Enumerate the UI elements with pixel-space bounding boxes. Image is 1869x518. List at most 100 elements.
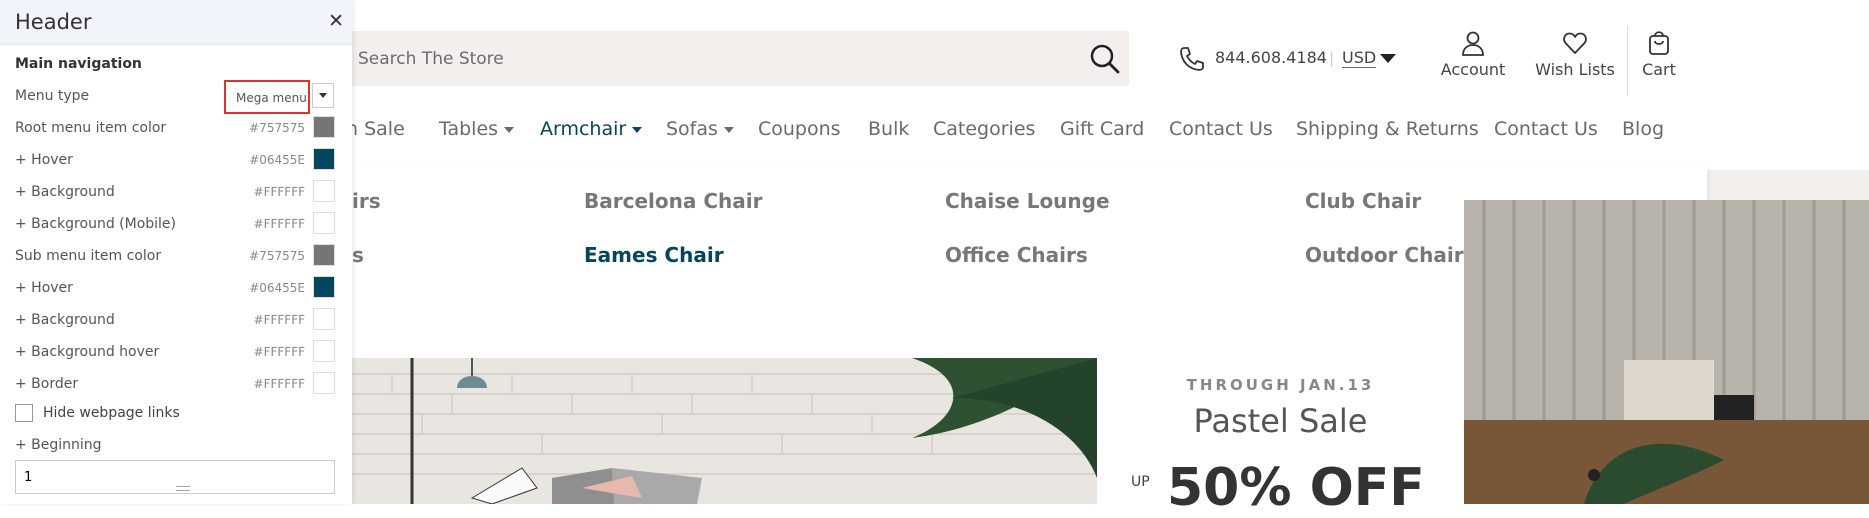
chevron-down-icon — [632, 126, 643, 133]
color-swatch[interactable] — [313, 116, 335, 138]
setting-label: Sub menu item color — [15, 248, 162, 264]
search-input[interactable] — [358, 31, 1058, 86]
nav-item-sofas[interactable]: Sofas — [666, 118, 734, 140]
setting-label: + Background — [15, 312, 115, 328]
color-swatch[interactable] — [313, 212, 335, 234]
nav-item-contact-us[interactable]: Contact Us — [1169, 118, 1273, 140]
mega-link-barcelona-chair[interactable]: Barcelona Chair — [584, 189, 762, 213]
mega-link-outdoor-chairs[interactable]: Outdoor Chairs — [1305, 243, 1475, 267]
nav-item-contact-us-2[interactable]: Contact Us — [1494, 118, 1598, 140]
nav-label: Blog — [1622, 118, 1664, 140]
phone-number[interactable]: 844.608.4184 — [1215, 48, 1327, 67]
color-value: #06455E — [249, 153, 305, 167]
nav-item-coupons[interactable]: Coupons — [758, 118, 841, 140]
color-value: #757575 — [249, 249, 305, 263]
color-swatch[interactable] — [313, 372, 335, 394]
setting-label: + Background (Mobile) — [15, 216, 176, 232]
panel-header: Header ✕ — [0, 0, 352, 45]
search-icon — [1090, 44, 1120, 74]
setting-row-sub-hover: + Hover #06455E — [15, 276, 335, 300]
living-room-photo — [352, 358, 1097, 504]
nav-label: Contact Us — [1494, 118, 1598, 140]
banner-image-living-room[interactable] — [352, 358, 1097, 504]
chevron-down-icon — [723, 126, 734, 133]
nav-label: Armchair — [540, 118, 627, 140]
nav-item-shipping-returns[interactable]: Shipping & Returns — [1296, 118, 1479, 140]
setting-row-root-color: Root menu item color #757575 — [15, 116, 335, 140]
setting-row-root-background-mobile: + Background (Mobile) #FFFFFF — [15, 212, 335, 236]
nav-item-blog[interactable]: Blog — [1622, 118, 1664, 140]
cart-link[interactable]: Cart — [1638, 30, 1680, 79]
nav-label: Contact Us — [1169, 118, 1273, 140]
heart-icon — [1563, 32, 1587, 54]
color-swatch[interactable] — [313, 180, 335, 202]
nav-item-tables[interactable]: Tables — [439, 118, 515, 140]
color-swatch[interactable] — [313, 244, 335, 266]
chevron-down-icon[interactable] — [1380, 54, 1396, 63]
wishlists-label: Wish Lists — [1535, 60, 1615, 79]
setting-row-sub-border: + Border #FFFFFF — [15, 372, 335, 396]
mega-link[interactable]: s — [352, 243, 364, 267]
sale-promo[interactable]: THROUGH JAN.13 Pastel Sale UP 50% OFF — [1097, 358, 1464, 518]
search-button[interactable] — [1087, 41, 1123, 77]
nav-item-bulk[interactable]: Bulk — [868, 118, 909, 140]
panel-title: Header — [15, 10, 92, 34]
header-settings-panel: Header ✕ Main navigation Menu type Mega … — [0, 0, 352, 504]
nav-label: Categories — [933, 118, 1036, 140]
setting-label: + Border — [15, 376, 79, 392]
nav-label: Shipping & Returns — [1296, 118, 1479, 140]
nav-label: Sofas — [666, 118, 718, 140]
color-value: #757575 — [249, 121, 305, 135]
nav-label: Tables — [439, 118, 499, 140]
wishlists-link[interactable]: Wish Lists — [1535, 30, 1615, 79]
nav-item-categories[interactable]: Categories — [933, 118, 1035, 140]
mega-link-chaise-lounge[interactable]: Chaise Lounge — [945, 189, 1110, 213]
setting-label: Root menu item color — [15, 120, 167, 136]
nav-label: Bulk — [868, 118, 910, 140]
color-swatch[interactable] — [313, 276, 335, 298]
hide-webpage-links-checkbox[interactable] — [15, 404, 33, 422]
setting-row-root-hover: + Hover #06455E — [15, 148, 335, 172]
beginning-input[interactable] — [15, 460, 335, 494]
account-link[interactable]: Account — [1440, 30, 1506, 79]
nav-label: Coupons — [758, 118, 841, 140]
setting-row-sub-color: Sub menu item color #757575 — [15, 244, 335, 268]
banner-image-kitchen[interactable] — [1464, 200, 1869, 504]
color-value: #FFFFFF — [253, 185, 305, 199]
mega-link-club-chair[interactable]: Club Chair — [1305, 189, 1421, 213]
nav-item-gift-card[interactable]: Gift Card — [1060, 118, 1144, 140]
menu-type-value: Mega menu — [236, 91, 307, 105]
color-value: #FFFFFF — [253, 217, 305, 231]
nav-item-armchair[interactable]: Armchair — [540, 118, 643, 140]
color-swatch[interactable] — [313, 308, 335, 330]
promo-discount: 50% OFF — [1167, 458, 1425, 518]
resize-handle-icon[interactable] — [176, 486, 190, 491]
promo-date: THROUGH JAN.13 — [1186, 376, 1375, 394]
promo-title: Pastel Sale — [1193, 402, 1368, 440]
color-value: #FFFFFF — [253, 313, 305, 327]
nav-label: Gift Card — [1060, 118, 1145, 140]
setting-label: + Background hover — [15, 344, 160, 360]
promo-up-label: UP — [1131, 474, 1150, 490]
nav-label: n Sale — [346, 118, 405, 140]
color-swatch[interactable] — [313, 340, 335, 362]
color-swatch[interactable] — [313, 148, 335, 170]
setting-row-sub-background: + Background #FFFFFF — [15, 308, 335, 332]
setting-label: + Hover — [15, 280, 73, 296]
chevron-down-icon[interactable] — [312, 83, 334, 108]
setting-label: + Background — [15, 184, 115, 200]
setting-row-sub-background-hover: + Background hover #FFFFFF — [15, 340, 335, 364]
nav-item-on-sale[interactable]: n Sale — [346, 118, 405, 140]
mega-link-eames-chair[interactable]: Eames Chair — [584, 243, 724, 267]
hide-webpage-links-label: Hide webpage links — [43, 405, 180, 421]
currency-selector[interactable]: USD — [1342, 48, 1377, 68]
menu-type-select[interactable]: Mega menu — [224, 80, 310, 114]
mega-link[interactable]: irs — [352, 189, 381, 213]
color-value: #FFFFFF — [253, 345, 305, 359]
account-label: Account — [1440, 60, 1506, 79]
search-bar — [346, 31, 1129, 86]
mega-link-office-chairs[interactable]: Office Chairs — [945, 243, 1088, 267]
close-icon[interactable]: ✕ — [328, 10, 344, 32]
cart-label: Cart — [1642, 60, 1676, 79]
kitchen-photo — [1464, 200, 1869, 504]
